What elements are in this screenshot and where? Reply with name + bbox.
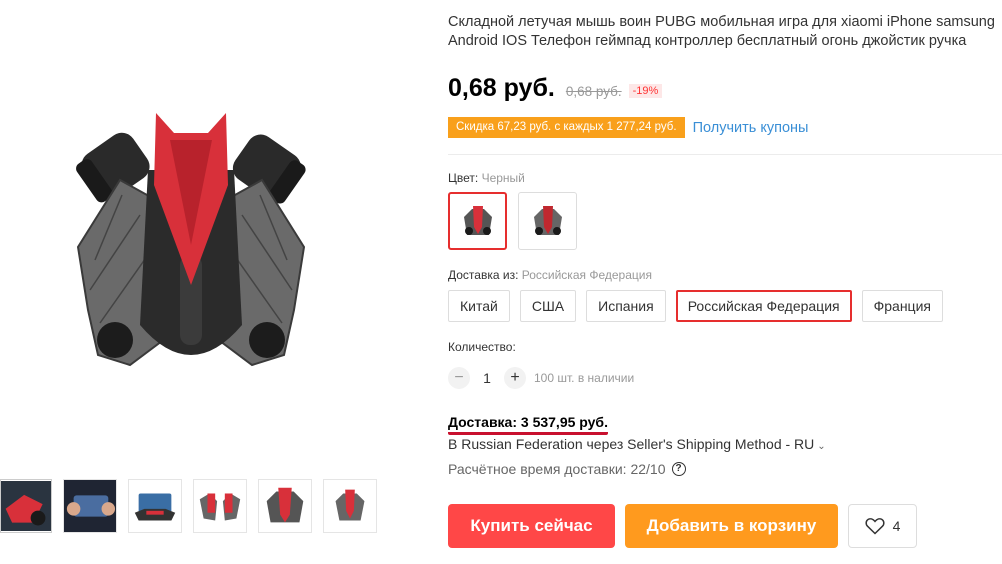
thumbnail-3[interactable] bbox=[128, 479, 182, 533]
quantity-minus-button[interactable]: − bbox=[448, 367, 470, 389]
promo-row: Скидка 67,23 руб. с каждых 1 277,24 руб.… bbox=[448, 117, 808, 138]
add-to-cart-button[interactable]: Добавить в корзину bbox=[625, 504, 838, 548]
divider bbox=[448, 154, 1002, 155]
thumbnail-5[interactable] bbox=[258, 479, 312, 533]
quantity-stepper: − 1 + 100 шт. в наличии bbox=[448, 367, 634, 389]
quantity-label: Количество: bbox=[448, 340, 516, 354]
ship-option-russia[interactable]: Российская Федерация bbox=[675, 290, 852, 322]
wishlist-count: 4 bbox=[892, 518, 901, 534]
promo-badge: Скидка 67,23 руб. с каждых 1 277,24 руб. bbox=[448, 117, 685, 138]
delivery-method-selector[interactable]: В Russian Federation через Seller's Ship… bbox=[448, 436, 826, 452]
color-swatch-black[interactable] bbox=[448, 192, 507, 250]
color-swatches bbox=[448, 192, 588, 250]
thumbnail-strip bbox=[0, 479, 388, 533]
ship-option-france[interactable]: Франция bbox=[861, 290, 943, 322]
product-title: Складной летучая мышь воин PUBG мобильна… bbox=[448, 13, 1002, 51]
thumbnail-6[interactable] bbox=[323, 479, 377, 533]
quantity-value[interactable]: 1 bbox=[470, 370, 504, 386]
wishlist-button[interactable]: 4 bbox=[848, 504, 917, 548]
color-selected-value: Черный bbox=[481, 171, 525, 185]
action-buttons: Купить сейчас Добавить в корзину 4 bbox=[448, 504, 917, 548]
ship-from-options: Китай США Испания Российская Федерация Ф… bbox=[448, 290, 953, 322]
ship-option-spain[interactable]: Испания bbox=[586, 290, 666, 322]
product-title-line-1: Складной летучая мышь воин PUBG мобильна… bbox=[448, 14, 995, 30]
delivery-cost: Доставка: 3 537,95 руб. bbox=[448, 414, 608, 435]
thumbnail-1[interactable] bbox=[0, 479, 52, 533]
price-row: 0,68 руб. 0,68 руб. -19% bbox=[448, 74, 663, 103]
color-swatch-alt[interactable] bbox=[518, 192, 577, 250]
thumbnail-2[interactable] bbox=[63, 479, 117, 533]
delivery-time: Расчётное время доставки: 22/10 ? bbox=[448, 461, 686, 477]
ship-from-label: Доставка из: Российская Федерация bbox=[448, 268, 652, 282]
help-icon[interactable]: ? bbox=[671, 462, 686, 476]
heart-icon bbox=[865, 518, 885, 535]
ship-option-china[interactable]: Китай bbox=[448, 290, 510, 322]
quantity-plus-button[interactable]: + bbox=[504, 367, 526, 389]
delivery-method-text: В Russian Federation через Seller's Ship… bbox=[448, 436, 815, 452]
current-price: 0,68 руб. bbox=[448, 74, 555, 102]
discount-badge: -19% bbox=[628, 84, 663, 98]
ship-option-usa[interactable]: США bbox=[519, 290, 577, 322]
old-price: 0,68 руб. bbox=[565, 84, 622, 99]
buy-now-button[interactable]: Купить сейчас bbox=[448, 504, 615, 548]
ship-from-label-text: Доставка из: bbox=[448, 268, 519, 282]
thumbnail-4[interactable] bbox=[193, 479, 247, 533]
color-label-text: Цвет: bbox=[448, 171, 479, 185]
main-product-image[interactable] bbox=[60, 95, 322, 385]
get-coupons-link[interactable]: Получить купоны bbox=[693, 120, 809, 136]
color-label: Цвет: Черный bbox=[448, 171, 525, 185]
stock-availability: 100 шт. в наличии bbox=[534, 371, 635, 385]
chevron-down-icon: ⌄ bbox=[817, 441, 826, 452]
ship-from-selected-value: Российская Федерация bbox=[521, 268, 652, 282]
product-title-line-2: Android IOS Телефон геймпад контроллер б… bbox=[448, 33, 967, 49]
delivery-time-text: Расчётное время доставки: 22/10 bbox=[448, 461, 666, 477]
